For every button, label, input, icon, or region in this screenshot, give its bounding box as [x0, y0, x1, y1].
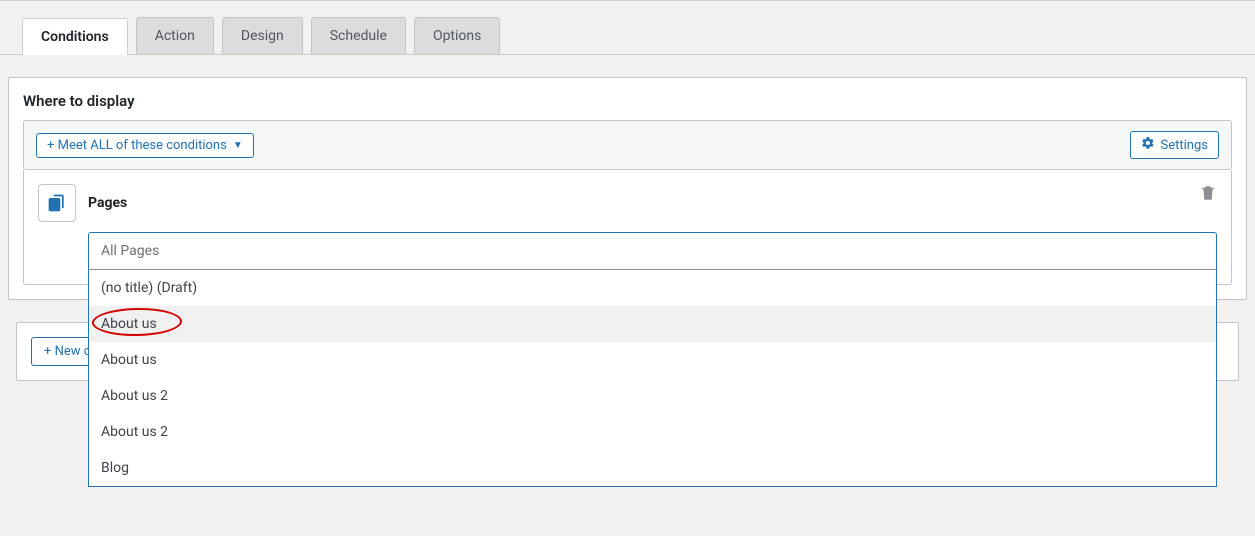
condition-toolbar: + Meet ALL of these conditions ▼ Setting…: [23, 120, 1232, 170]
list-item-label: About us: [101, 316, 157, 332]
tab-bar: Conditions Action Design Schedule Option…: [0, 1, 1255, 55]
panel-title: Where to display: [9, 78, 1246, 120]
list-item[interactable]: About us: [89, 342, 1216, 378]
condition-card: Pages All Pages (no title) (Draft) About…: [23, 170, 1232, 285]
settings-button[interactable]: Settings: [1130, 131, 1219, 159]
tab-schedule[interactable]: Schedule: [311, 17, 406, 54]
tab-conditions[interactable]: Conditions: [22, 18, 128, 55]
conditions-panel: Where to display + Meet ALL of these con…: [8, 77, 1247, 300]
trash-icon: [1199, 191, 1217, 206]
tab-action[interactable]: Action: [136, 17, 214, 54]
list-item[interactable]: (no title) (Draft): [89, 270, 1216, 306]
gear-icon: [1141, 136, 1155, 154]
pages-icon: [38, 184, 76, 222]
pages-select[interactable]: All Pages: [88, 232, 1217, 270]
chevron-down-icon: ▼: [233, 140, 243, 151]
pages-dropdown[interactable]: (no title) (Draft) About us About us Abo…: [88, 270, 1217, 487]
list-item[interactable]: About us 2: [89, 414, 1216, 450]
meet-all-label: + Meet ALL of these conditions: [47, 138, 227, 153]
list-item[interactable]: Blog: [89, 450, 1216, 486]
meet-all-dropdown[interactable]: + Meet ALL of these conditions ▼: [36, 133, 254, 158]
tab-design[interactable]: Design: [222, 17, 303, 54]
tab-options[interactable]: Options: [414, 17, 500, 54]
list-item[interactable]: About us: [89, 306, 1216, 342]
list-item[interactable]: About us 2: [89, 378, 1216, 414]
settings-label: Settings: [1161, 138, 1208, 153]
delete-condition-button[interactable]: [1199, 184, 1217, 206]
condition-type-label: Pages: [88, 195, 127, 211]
